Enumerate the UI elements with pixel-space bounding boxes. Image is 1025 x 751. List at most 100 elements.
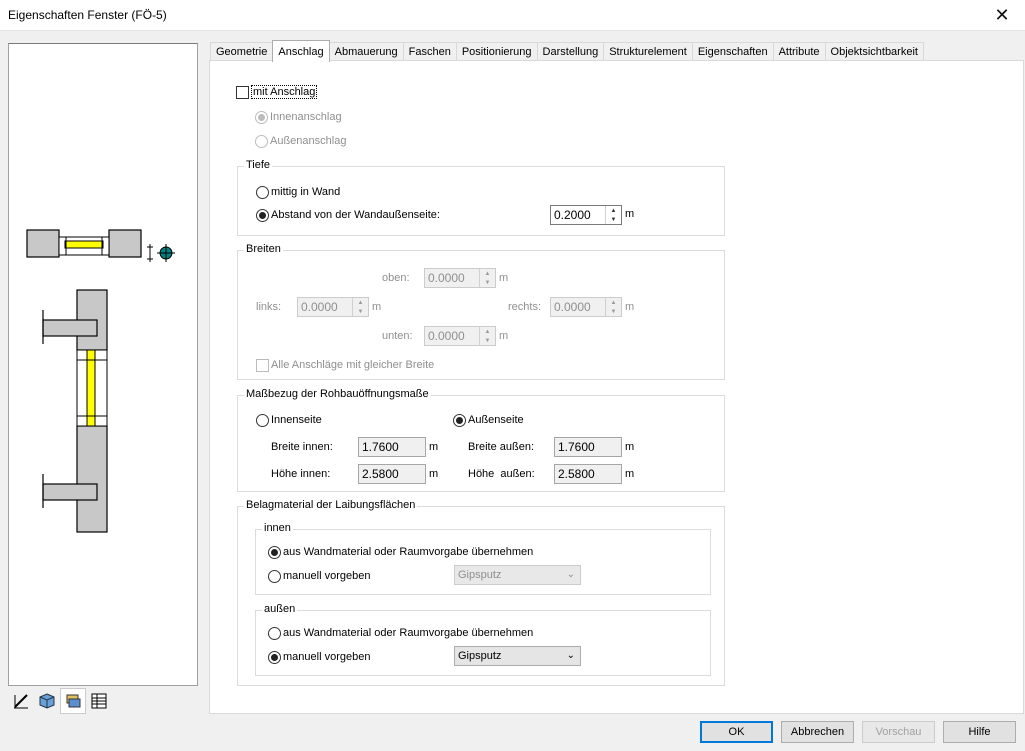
innenseite-radio[interactable]: Innenseite — [256, 412, 322, 428]
tab-positionierung[interactable]: Positionierung — [455, 42, 538, 61]
tiefe-group: Tiefe mittig in Wand Abstand von der Wan… — [237, 159, 725, 236]
hoehe-aussen-label: Höhe außen: — [468, 468, 535, 480]
unten-value[interactable]: 0.0000 — [425, 327, 479, 345]
hoehe-innen-label: Höhe innen: — [271, 468, 331, 480]
innen-manuell-label: manuell vorgeben — [283, 570, 371, 582]
abbrechen-button[interactable]: Abbrechen — [781, 721, 854, 743]
aussenanschlag-label: Außenanschlag — [270, 135, 347, 147]
mittig-label: mittig in Wand — [271, 186, 341, 198]
aussen-manuell-label: manuell vorgeben — [283, 651, 371, 663]
tab-darstellung[interactable]: Darstellung — [536, 42, 605, 61]
unten-spinner[interactable]: 0.0000 ▲ ▼ — [424, 326, 496, 346]
tab-anschlag[interactable]: Anschlag — [272, 40, 330, 62]
aussen-uebernehmen-radio[interactable]: aus Wandmaterial oder Raumvorgabe überne… — [268, 625, 533, 641]
spin-down-icon[interactable]: ▼ — [606, 215, 621, 224]
belag-aussen-title: außen — [262, 603, 298, 615]
mit-anschlag-checkbox[interactable]: mit Anschlag — [236, 84, 318, 100]
aussenanschlag-radio[interactable]: Außenanschlag — [255, 133, 346, 149]
links-label: links: — [256, 301, 282, 313]
window-section-drawing — [26, 229, 175, 533]
breite-innen-label: Breite innen: — [271, 441, 333, 453]
hoehe-aussen-unit: m — [625, 468, 635, 480]
belag-aussen-group: außen aus Wandmaterial oder Raumvorgabe … — [255, 603, 711, 676]
belag-innen-group: innen aus Wandmaterial oder Raumvorgabe … — [255, 522, 711, 595]
abstand-value[interactable]: 0.2000 — [551, 206, 605, 224]
aussen-material-select[interactable]: Gipsputz ⌄ — [454, 646, 581, 666]
tab-eigenschaften[interactable]: Eigenschaften — [691, 42, 774, 61]
pen-ruler-icon[interactable] — [8, 688, 34, 714]
oben-spinner[interactable]: 0.0000 ▲ ▼ — [424, 268, 496, 288]
innenseite-label: Innenseite — [271, 414, 322, 426]
gleiche-breite-checkbox[interactable]: Alle Anschläge mit gleicher Breite — [256, 357, 434, 373]
aussen-manuell-radio[interactable]: manuell vorgeben — [268, 649, 370, 665]
preview-pane — [8, 43, 198, 686]
breite-innen-value: 1.7600 — [358, 437, 426, 457]
aussen-material-value: Gipsputz — [458, 650, 502, 662]
aussenseite-label: Außenseite — [468, 414, 524, 426]
hoehe-innen-value: 2.5800 — [358, 464, 426, 484]
belag-innen-title: innen — [262, 522, 293, 534]
belag-group: Belagmaterial der Laibungsflächen innen … — [237, 499, 725, 686]
aussen-uebernehmen-label: aus Wandmaterial oder Raumvorgabe überne… — [283, 627, 534, 639]
unten-unit: m — [499, 330, 509, 342]
breite-aussen-unit: m — [625, 441, 635, 453]
innenanschlag-radio[interactable]: Innenanschlag — [255, 109, 342, 125]
rechts-spinner[interactable]: 0.0000 ▲ ▼ — [550, 297, 622, 317]
innen-material-value: Gipsputz — [458, 569, 502, 581]
aussenseite-radio[interactable]: Außenseite — [453, 412, 524, 428]
tab-faschen[interactable]: Faschen — [402, 42, 457, 61]
title-bar: Eigenschaften Fenster (FÖ-5) ✕ — [0, 0, 1025, 31]
links-unit: m — [372, 301, 382, 313]
innen-manuell-radio[interactable]: manuell vorgeben — [268, 568, 370, 584]
innen-uebernehmen-radio[interactable]: aus Wandmaterial oder Raumvorgabe überne… — [268, 544, 533, 560]
abstand-spinner[interactable]: 0.2000 ▲ ▼ — [550, 205, 622, 225]
oben-label: oben: — [382, 272, 410, 284]
vorschau-button[interactable]: Vorschau — [862, 721, 935, 743]
innen-material-select[interactable]: Gipsputz ⌄ — [454, 565, 581, 585]
tab-abmauerung[interactable]: Abmauerung — [328, 42, 404, 61]
innenanschlag-label: Innenanschlag — [270, 111, 342, 123]
ok-button[interactable]: OK — [700, 721, 773, 743]
massbezug-group: Maßbezug der Rohbauöffnungsmaße Innensei… — [237, 388, 725, 492]
links-value[interactable]: 0.0000 — [298, 298, 352, 316]
breiten-group: Breiten oben: 0.0000 ▲ ▼ m links: 0.0000 … — [237, 243, 725, 380]
oben-unit: m — [499, 272, 509, 284]
tab-strukturelement[interactable]: Strukturelement — [603, 42, 693, 61]
breite-innen-unit: m — [429, 441, 439, 453]
abstand-label: Abstand von der Wandaußenseite: — [271, 209, 440, 221]
rechts-value[interactable]: 0.0000 — [551, 298, 605, 316]
chevron-down-icon: ⌄ — [566, 569, 575, 580]
tab-strip: Geometrie Anschlag Abmauerung Faschen Po… — [210, 40, 924, 62]
spin-up-icon[interactable]: ▲ — [606, 206, 621, 215]
innen-uebernehmen-label: aus Wandmaterial oder Raumvorgabe überne… — [283, 546, 534, 558]
links-spinner[interactable]: 0.0000 ▲ ▼ — [297, 297, 369, 317]
table-icon[interactable] — [86, 688, 112, 714]
tab-geometrie[interactable]: Geometrie — [210, 42, 274, 61]
preview-toolbar — [8, 688, 112, 714]
massbezug-title: Maßbezug der Rohbauöffnungsmaße — [244, 388, 431, 400]
tab-objektsichtbarkeit[interactable]: Objektsichtbarkeit — [824, 42, 924, 61]
hoehe-aussen-value: 2.5800 — [554, 464, 622, 484]
rechts-label: rechts: — [508, 301, 542, 313]
unten-label: unten: — [382, 330, 413, 342]
mit-anschlag-label: mit Anschlag — [251, 85, 318, 99]
rechts-unit: m — [625, 301, 635, 313]
gleiche-breite-label: Alle Anschläge mit gleicher Breite — [271, 359, 435, 371]
chevron-down-icon: ⌄ — [566, 650, 575, 661]
cube-icon[interactable] — [34, 688, 60, 714]
close-icon[interactable]: ✕ — [979, 0, 1025, 31]
tab-panel-anschlag: mit Anschlag Innenanschlag Außenanschlag… — [209, 60, 1024, 714]
breite-aussen-label: Breite außen: — [468, 441, 535, 453]
hilfe-button[interactable]: Hilfe — [943, 721, 1016, 743]
breite-aussen-value: 1.7600 — [554, 437, 622, 457]
mittig-radio[interactable]: mittig in Wand — [256, 184, 340, 200]
tiefe-title: Tiefe — [244, 159, 273, 171]
abstand-unit: m — [625, 208, 635, 220]
abstand-radio[interactable]: Abstand von der Wandaußenseite: — [256, 207, 440, 223]
breiten-title: Breiten — [244, 243, 283, 255]
checkbox-box[interactable] — [236, 85, 249, 99]
oben-value[interactable]: 0.0000 — [425, 269, 479, 287]
tab-attribute[interactable]: Attribute — [772, 42, 826, 61]
belag-title: Belagmaterial der Laibungsflächen — [244, 499, 418, 511]
layers-icon[interactable] — [60, 688, 86, 714]
